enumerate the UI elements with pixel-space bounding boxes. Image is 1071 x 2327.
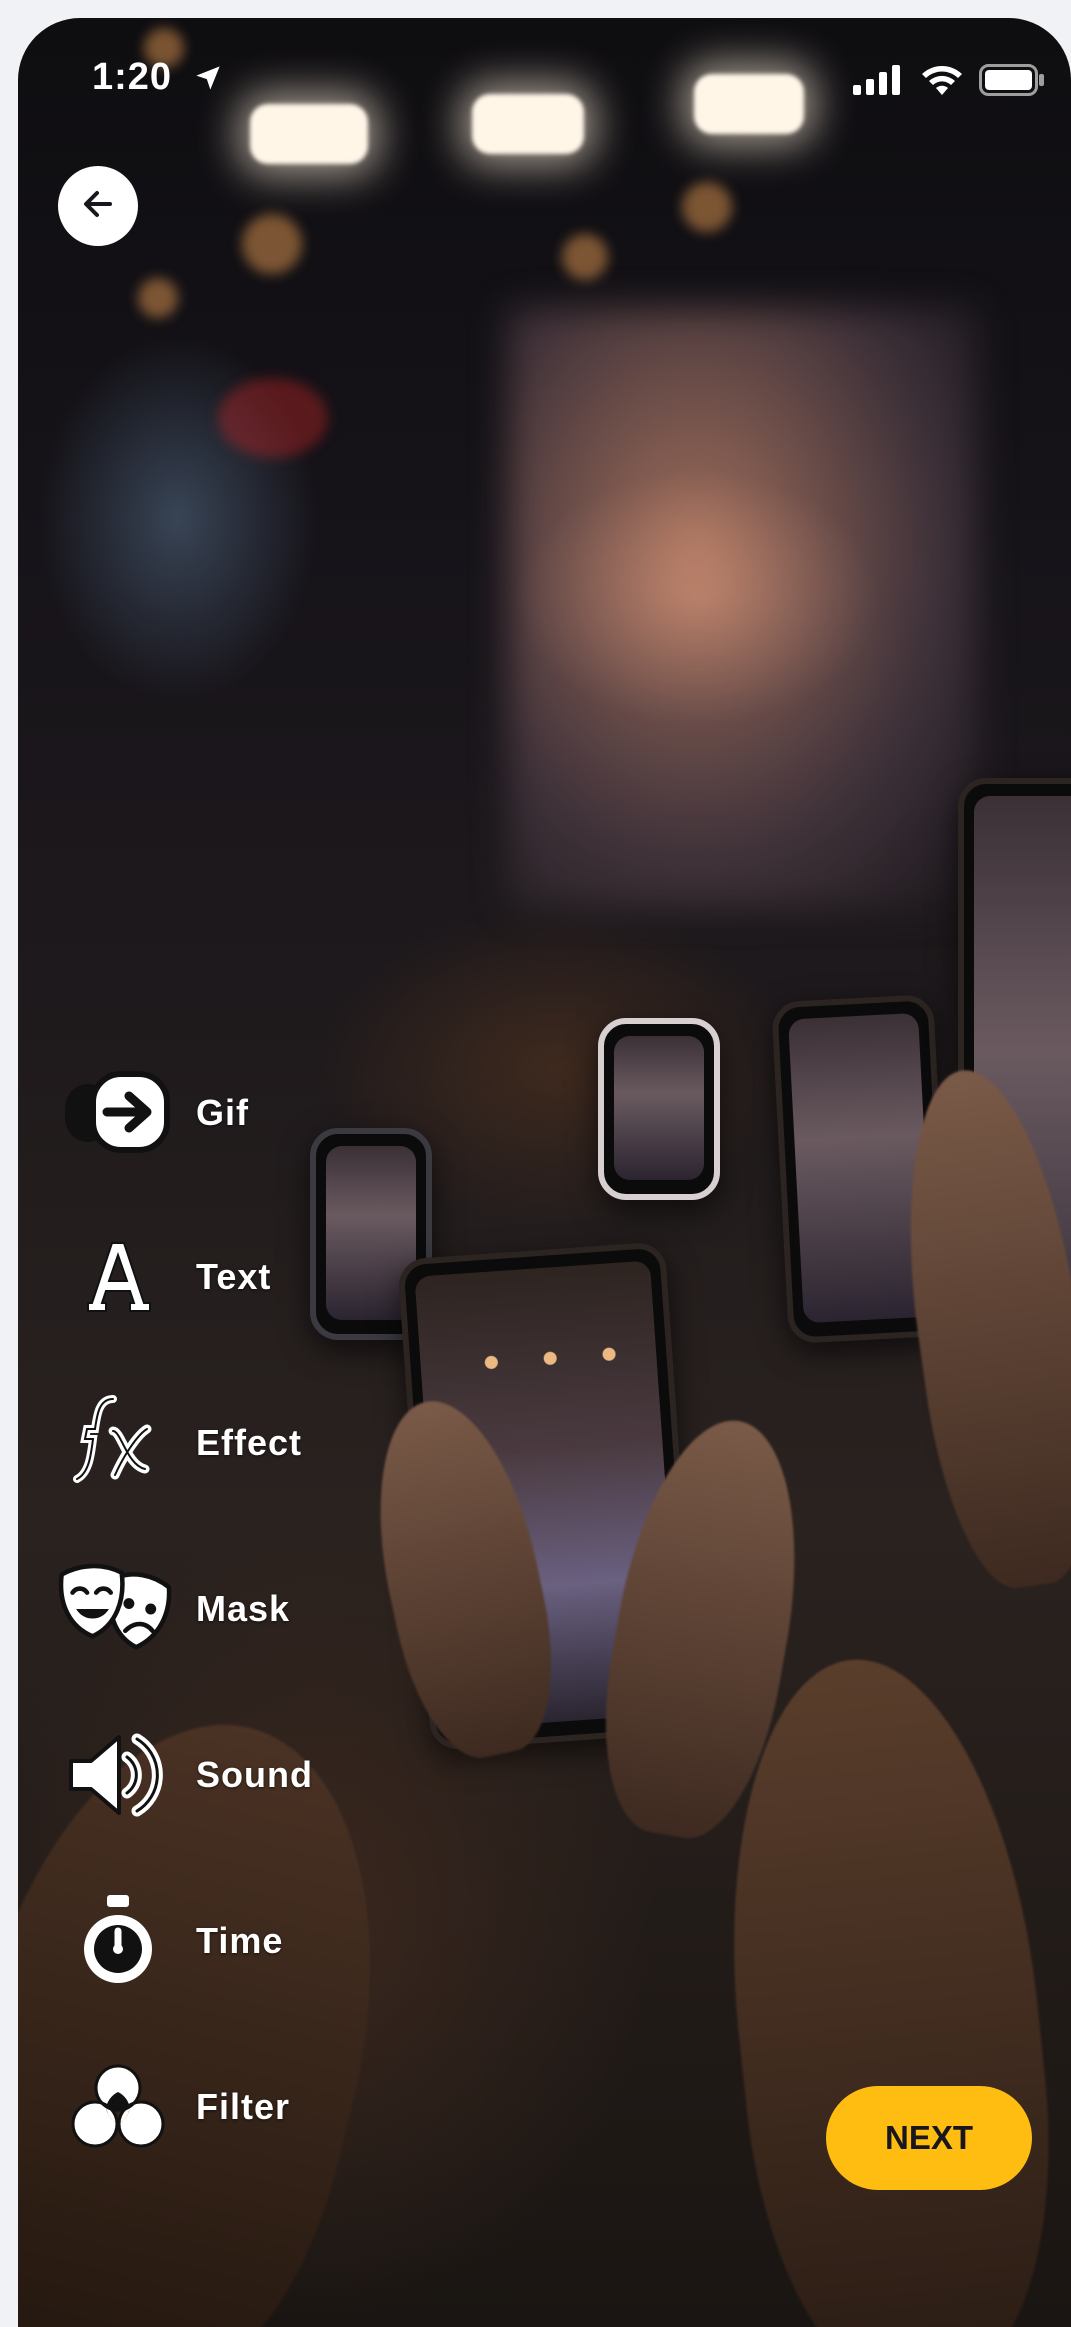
tool-label: Time <box>196 1920 284 1961</box>
status-time: 1:20 <box>92 56 173 98</box>
tool-time[interactable]: Time <box>58 1886 438 1996</box>
arrow-left-icon <box>78 184 118 229</box>
tool-gif[interactable]: Gif <box>58 1058 438 1168</box>
phone-screen: 1:20 Gif Text Effect Mask Sound Time Fil… <box>18 18 1071 2327</box>
wifi-icon <box>921 65 963 100</box>
tool-effect[interactable]: Effect <box>58 1388 438 1498</box>
stopwatch-icon <box>58 1886 178 1996</box>
tool-filter[interactable]: Filter <box>58 2052 438 2162</box>
tool-mask[interactable]: Mask <box>58 1554 438 1664</box>
gif-icon <box>58 1058 178 1168</box>
text-icon <box>58 1222 178 1332</box>
tool-label: Filter <box>196 2086 291 2127</box>
location-arrow-icon <box>194 64 222 97</box>
fx-icon <box>58 1388 178 1498</box>
tool-label: Effect <box>196 1422 303 1463</box>
tool-sound[interactable]: Sound <box>58 1720 438 1830</box>
back-button[interactable] <box>58 166 138 246</box>
status-bar: 1:20 <box>18 18 1071 138</box>
tool-text[interactable]: Text <box>58 1222 438 1332</box>
battery-icon <box>979 64 1045 101</box>
tool-label: Gif <box>196 1092 249 1133</box>
filter-circles-icon <box>58 2052 178 2162</box>
speaker-icon <box>58 1720 178 1830</box>
theater-masks-icon <box>58 1554 178 1664</box>
tool-label: Mask <box>196 1588 291 1629</box>
next-button[interactable]: NEXT <box>826 2086 1032 2190</box>
cellular-signal-icon <box>853 65 905 100</box>
tool-label: Text <box>196 1256 272 1297</box>
tool-label: Sound <box>196 1754 313 1795</box>
